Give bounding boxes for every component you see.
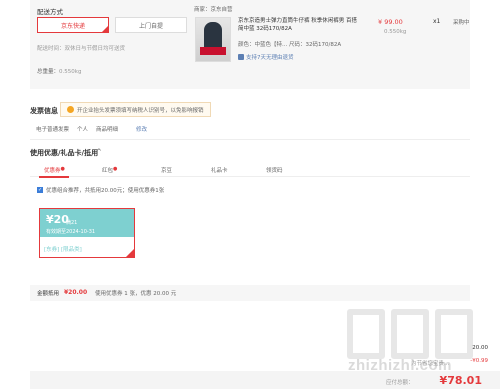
tab-jd-beans[interactable]: 京豆 — [161, 166, 172, 174]
product-title-link[interactable]: 京东京造男士弹力直筒牛仔裤 秋季休闲裤男 百搭简中蓝 32码170/82A — [238, 17, 358, 33]
invoice-content: 商品明细 — [96, 127, 119, 133]
tab-pickup-code[interactable]: 领货码 — [266, 166, 283, 174]
product-quantity: x1 — [433, 18, 441, 25]
summary-label: 金额抵用 — [37, 291, 60, 297]
invoice-type: 电子普通发票 — [36, 127, 70, 133]
product-attributes: 颜色：中蓝色【特... 尺码：32码170/82A — [238, 42, 342, 48]
tab-badge-dot: ● — [60, 166, 65, 172]
product-thumbnail[interactable] — [195, 17, 231, 62]
tab-coupons-label: 优惠券 — [44, 168, 61, 174]
warning-icon — [67, 106, 74, 113]
coupon-summary: 金额抵用 ¥20.00 使用优惠券 1 张，优惠 20.00 元 — [30, 285, 470, 301]
coupon-validity: 有效期至2024-10-31 — [46, 229, 96, 235]
delivery-time-label: 配送时间： — [37, 46, 65, 52]
return-policy-icon — [238, 54, 244, 60]
return-policy[interactable]: 支持7天无理由退货 — [238, 53, 294, 61]
auto-combine-option[interactable]: ✓ 优惠组合推荐，共抵用20.00元；使用优惠券1张 — [37, 186, 164, 194]
selected-corner-icon — [126, 249, 134, 257]
invoice-recipient: 个人 — [77, 127, 89, 133]
chevron-up-icon[interactable]: ^ — [96, 148, 102, 156]
tab-coupons[interactable]: 优惠券● — [44, 166, 65, 174]
watermark-glyph-icon — [347, 309, 385, 359]
watermark-text: zhizhizhi.com — [348, 357, 452, 374]
section-divider — [30, 139, 470, 140]
watermark-glyph-icon — [435, 309, 473, 359]
invoice-title: 发票信息 — [30, 107, 58, 115]
watermark-glyph-icon — [391, 309, 429, 359]
summary-amount: ¥20.00 — [64, 289, 88, 296]
checkbox-checked-icon[interactable]: ✓ — [37, 187, 43, 193]
coupon-header: ¥20 满21 有效期至2024-10-31 — [40, 209, 134, 237]
product-price: ¥ 99.00 — [378, 18, 403, 26]
delivery-time-value: 双休日与节假日均可送货 — [64, 46, 126, 52]
summary-text: 使用优惠券 1 张，优惠 20.00 元 — [95, 291, 177, 297]
invoice-details: 电子普通发票 个人 商品明细 修改 — [36, 125, 147, 133]
seller-name: 商家：京东自营 — [194, 7, 233, 13]
selected-corner-icon — [102, 26, 108, 32]
pickup-option-button[interactable]: 上门自提 — [115, 17, 187, 33]
coupon-scope: [东券] [限品类] — [44, 247, 82, 253]
delivery-option-label: 京东快递 — [60, 22, 85, 30]
product-image-label — [200, 47, 226, 55]
coupon-card[interactable]: ¥20 满21 有效期至2024-10-31 [东券] [限品类] — [39, 208, 135, 258]
stock-status: 采购中 — [453, 20, 470, 26]
coupon-condition: 满21 — [66, 220, 78, 226]
weight-value: 0.550kg — [59, 69, 82, 75]
invoice-edit-link[interactable]: 修改 — [136, 125, 147, 133]
total-weight: 总重量：0.550kg — [37, 67, 81, 75]
tab-badge-dot: ● — [113, 166, 118, 172]
coupon-tabs: 优惠券● 红包● 京豆 礼品卡 领货码 — [30, 163, 470, 177]
weight-label: 总重量： — [37, 69, 60, 75]
delivery-option-button[interactable]: 京东快递 — [37, 17, 109, 33]
auto-combine-label: 优惠组合推荐，共抵用20.00元；使用优惠券1张 — [46, 188, 165, 194]
tab-red-packet-label: 红包 — [102, 168, 114, 174]
return-policy-label: 支持7天无理由退货 — [246, 55, 294, 61]
product-weight: 0.550kg — [384, 29, 407, 35]
pickup-option-label: 上门自提 — [138, 22, 163, 30]
invoice-tip-text: 开企业抬头发票须填写纳税人识别号，以免影响报销 — [77, 107, 204, 114]
order-item-panel: 配送方式 京东快递 上门自提 配送时间：双休日与节假日均可送货 总重量：0.55… — [30, 0, 470, 89]
tab-gift-card[interactable]: 礼品卡 — [211, 166, 228, 174]
shipping-title: 配送方式 — [37, 8, 63, 16]
invoice-tip: 开企业抬头发票须填写纳税人识别号，以免影响报销 — [60, 102, 211, 117]
coupons-title: 使用优惠/礼品卡/抵用 — [30, 149, 99, 157]
pay-amount: ¥78.01 — [439, 374, 482, 387]
pay-label: 应付总额： — [386, 380, 414, 386]
tab-red-packet[interactable]: 红包● — [102, 166, 117, 174]
delivery-time: 配送时间：双休日与节假日均可送货 — [37, 44, 125, 52]
active-tab-indicator — [39, 176, 69, 178]
